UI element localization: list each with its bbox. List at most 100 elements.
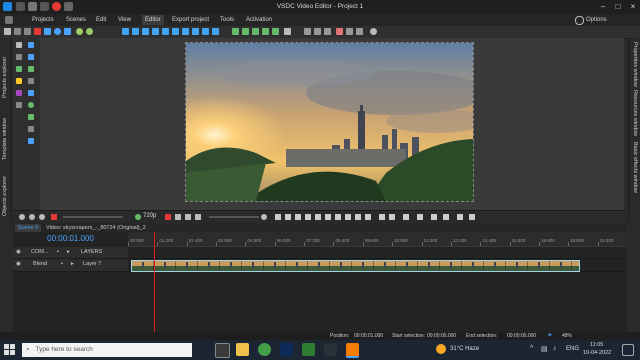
options-label[interactable]: Options [586, 17, 607, 23]
delete-icon[interactable] [34, 28, 41, 35]
zoom-level[interactable]: 48% [562, 333, 572, 339]
mute-icon[interactable]: ▸ [71, 261, 74, 267]
ellipse-tool-icon[interactable] [28, 102, 34, 108]
select-icon[interactable] [44, 28, 51, 35]
zoom-out-icon[interactable] [29, 214, 35, 220]
image-tool-icon[interactable] [16, 66, 22, 72]
menu-projects[interactable]: Projects [32, 17, 54, 23]
split-clip-icon[interactable] [403, 214, 409, 220]
close-button[interactable]: × [626, 1, 640, 13]
send-back-icon[interactable] [262, 28, 269, 35]
video-preview-frame[interactable] [185, 42, 474, 202]
menu-editor[interactable]: Editor [142, 15, 164, 25]
tab-template-window[interactable]: Template window [2, 118, 8, 160]
line-tool-icon[interactable] [28, 78, 34, 84]
stop-record-icon[interactable] [165, 214, 171, 220]
track-header-layers[interactable]: ◉ COM... ▪ ▸ LAYERS [13, 247, 128, 258]
clock-date[interactable]: 10-04-2022 [583, 350, 611, 356]
network-icon[interactable]: ▤ [541, 345, 548, 353]
timeline-timecode[interactable]: 00:00:01.000 [13, 234, 128, 243]
shape-tool-icon[interactable] [28, 114, 34, 120]
pointer-icon[interactable] [4, 28, 11, 35]
record-button-icon[interactable] [51, 214, 57, 220]
weather-text[interactable]: 31°C Haze [450, 346, 479, 352]
resize-icon[interactable] [212, 28, 219, 35]
grid-icon[interactable] [304, 28, 311, 35]
timeline[interactable]: 00:00:01.000 00:000 01.200 02.400 03.600 04.… [13, 232, 627, 332]
fast-forward-icon[interactable] [345, 214, 351, 220]
timeline-ruler[interactable]: 00:000 01.200 02.400 03.600 04.800 06.000 07.2… [128, 232, 627, 247]
align-bottom-icon[interactable] [172, 28, 179, 35]
photoshop-icon[interactable] [280, 343, 293, 356]
video-clip[interactable] [131, 260, 580, 272]
fit-icon[interactable] [192, 28, 199, 35]
hand-tool-icon[interactable] [28, 42, 34, 48]
next-frame-icon[interactable] [355, 214, 361, 220]
animation-tool-icon[interactable] [28, 138, 34, 144]
clock-time[interactable]: 11:05 [590, 342, 603, 348]
move-down-icon[interactable] [242, 28, 249, 35]
maximize-button[interactable]: □ [611, 1, 625, 13]
tab-basic-effects-window[interactable]: Basic effects window [632, 142, 638, 193]
play-icon[interactable] [315, 214, 321, 220]
language-indicator[interactable]: ENG [566, 346, 579, 352]
zoom-icon[interactable]: ◈ [548, 332, 552, 338]
rectangle-tool-icon[interactable] [28, 90, 34, 96]
playhead[interactable] [154, 232, 155, 332]
app-icon-green[interactable] [302, 343, 315, 356]
fullscreen-icon[interactable] [195, 214, 201, 220]
arrow-tool-icon[interactable] [16, 42, 22, 48]
task-view-icon[interactable] [215, 343, 230, 358]
chart-tool-icon[interactable] [16, 102, 22, 108]
app-icon-dark[interactable] [324, 343, 337, 356]
rewind-icon[interactable] [295, 214, 301, 220]
notification-icon[interactable] [622, 344, 634, 356]
trim-icon[interactable] [431, 214, 437, 220]
align-center-icon[interactable] [132, 28, 139, 35]
sprite-tool-icon[interactable] [16, 78, 22, 84]
eye-icon[interactable]: ◉ [16, 249, 21, 255]
step-back-icon[interactable] [305, 214, 311, 220]
distribute-icon[interactable] [182, 28, 189, 35]
fit-zoom-icon[interactable] [39, 214, 45, 220]
skip-end-icon[interactable] [365, 214, 371, 220]
settings-wheel-icon[interactable] [370, 28, 377, 35]
circle-icon[interactable] [54, 28, 61, 35]
menu-view[interactable]: View [118, 17, 131, 23]
stretch-icon[interactable] [202, 28, 209, 35]
step-forward-icon[interactable] [335, 214, 341, 220]
mute-icon[interactable]: ▸ [67, 249, 70, 255]
redo-icon[interactable] [86, 28, 93, 35]
menu-export-project[interactable]: Export project [172, 17, 209, 23]
text-tool-icon[interactable] [16, 54, 22, 60]
marker-icon[interactable] [336, 28, 343, 35]
ripple-icon[interactable] [443, 214, 449, 220]
marker-in-icon[interactable] [379, 214, 385, 220]
tab-video-object[interactable]: Video: skyscrapers_-_80724 (Original)_2 [43, 224, 149, 232]
merge-icon[interactable] [356, 28, 363, 35]
group-icon[interactable] [284, 28, 291, 35]
clock-icon[interactable] [261, 214, 267, 220]
move-up-icon[interactable] [232, 28, 239, 35]
preview-quality-icon[interactable] [135, 214, 141, 220]
effect-tool-icon[interactable] [16, 90, 22, 96]
track-header-layer-7[interactable]: ◉ Blend ▪ ▸ Layer 7 [13, 259, 128, 271]
taskbar-search[interactable]: ⌕ Type here to search [22, 343, 192, 357]
align-left-icon[interactable] [122, 28, 129, 35]
undo-icon[interactable] [76, 28, 83, 35]
copy-icon[interactable] [24, 28, 31, 35]
gear-icon[interactable] [575, 16, 584, 25]
video-tool-icon[interactable] [28, 54, 34, 60]
prev-frame-icon[interactable] [285, 214, 291, 220]
menu-tools[interactable]: Tools [220, 17, 234, 23]
lock-track-icon[interactable]: ▪ [57, 249, 59, 255]
layer-icon[interactable] [469, 214, 475, 220]
split-icon[interactable] [346, 28, 353, 35]
lock-icon[interactable] [324, 28, 331, 35]
cut-icon[interactable] [14, 28, 21, 35]
skip-start-icon[interactable] [275, 214, 281, 220]
loop-icon[interactable] [175, 214, 181, 220]
volume-icon[interactable]: ♪ [553, 345, 557, 352]
menu-edit[interactable]: Edit [96, 17, 106, 23]
tab-resources-window[interactable]: Resources window [632, 90, 638, 136]
